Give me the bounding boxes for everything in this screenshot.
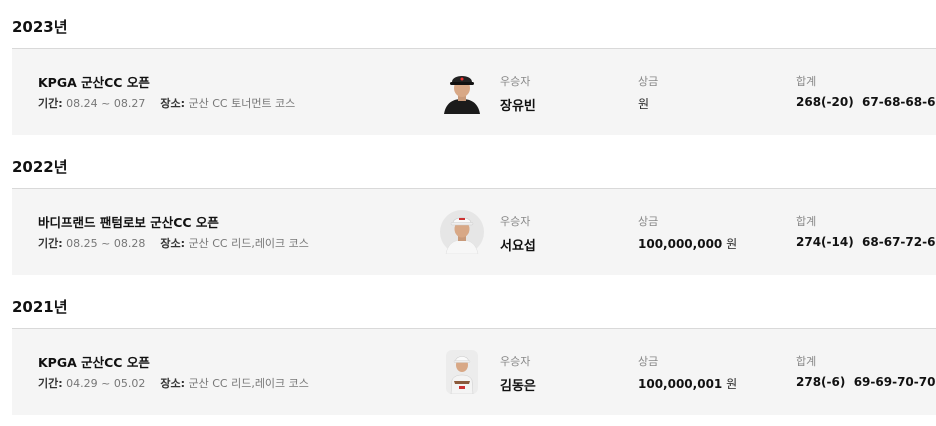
winner-avatar xyxy=(440,70,484,114)
prize-label: 상금 xyxy=(638,355,659,368)
winner-name[interactable]: 장유빈 xyxy=(500,95,536,114)
winner-avatar xyxy=(440,350,484,394)
tournament-meta: 기간: 08.24 ~ 08.27 장소: 군산 CC 토너먼트 코스 xyxy=(38,95,295,111)
tournament-card[interactable]: KPGA 군산CC 오픈 기간: 04.29 ~ 05.02 장소: 군산 CC… xyxy=(12,329,936,415)
venue-value: 군산 CC 리드,레이크 코스 xyxy=(188,237,309,250)
season-section-2023: 2023년 KPGA 군산CC 오픈 기간: 08.24 ~ 08.27 장소:… xyxy=(0,0,936,140)
winner-name[interactable]: 김동은 xyxy=(500,375,536,394)
prize-label: 상금 xyxy=(638,215,659,228)
prize-unit: 원 xyxy=(726,377,738,391)
prize-value: 100,000,001 원 xyxy=(638,375,737,392)
total-score: 278(-6) 69-69-70-70 xyxy=(796,375,936,389)
venue-value: 군산 CC 토너먼트 코스 xyxy=(188,97,296,110)
prize-unit: 원 xyxy=(726,237,738,251)
season-section-2022: 2022년 바디프랜드 팬텀로보 군산CC 오픈 기간: 08.25 ~ 08.… xyxy=(0,140,936,280)
venue-label: 장소: xyxy=(160,377,185,390)
tournament-meta: 기간: 08.25 ~ 08.28 장소: 군산 CC 리드,레이크 코스 xyxy=(38,235,309,251)
total-score: 268(-20) 67-68-68-65 xyxy=(796,95,936,109)
venue-label: 장소: xyxy=(160,237,185,250)
winner-label: 우승자 xyxy=(500,75,531,88)
total-label: 합계 xyxy=(796,215,817,228)
period-value: 08.25 ~ 08.28 xyxy=(66,237,146,250)
period-value: 04.29 ~ 05.02 xyxy=(66,377,146,390)
tournament-name[interactable]: KPGA 군산CC 오픈 xyxy=(38,352,150,371)
prize-unit: 원 xyxy=(638,97,650,111)
tournament-card[interactable]: 바디프랜드 팬텀로보 군산CC 오픈 기간: 08.25 ~ 08.28 장소:… xyxy=(12,189,936,275)
winner-label: 우승자 xyxy=(500,355,531,368)
venue-value: 군산 CC 리드,레이크 코스 xyxy=(188,377,309,390)
season-year-heading: 2023년 xyxy=(12,18,68,36)
period-value: 08.24 ~ 08.27 xyxy=(66,97,146,110)
prize-value: 100,000,000 원 xyxy=(638,235,737,252)
season-year-heading: 2022년 xyxy=(12,158,68,176)
season-year-heading: 2021년 xyxy=(12,298,68,316)
tournament-name[interactable]: 바디프랜드 팬텀로보 군산CC 오픈 xyxy=(38,212,219,231)
winner-name[interactable]: 서요섭 xyxy=(500,235,536,254)
tournament-name[interactable]: KPGA 군산CC 오픈 xyxy=(38,72,150,91)
prize-label: 상금 xyxy=(638,75,659,88)
season-section-2021: 2021년 KPGA 군산CC 오픈 기간: 04.29 ~ 05.02 장소:… xyxy=(0,280,936,420)
period-label: 기간: xyxy=(38,97,63,110)
winner-label: 우승자 xyxy=(500,215,531,228)
winner-avatar xyxy=(440,210,484,254)
period-label: 기간: xyxy=(38,377,63,390)
prize-amount: 100,000,000 xyxy=(638,237,723,251)
venue-label: 장소: xyxy=(160,97,185,110)
period-label: 기간: xyxy=(38,237,63,250)
prize-amount: 100,000,001 xyxy=(638,377,723,391)
prize-value: 원 xyxy=(638,95,649,112)
total-score: 274(-14) 68-67-72-67 xyxy=(796,235,936,249)
tournament-card[interactable]: KPGA 군산CC 오픈 기간: 08.24 ~ 08.27 장소: 군산 CC… xyxy=(12,49,936,135)
total-label: 합계 xyxy=(796,75,817,88)
total-label: 합계 xyxy=(796,355,817,368)
tournament-meta: 기간: 04.29 ~ 05.02 장소: 군산 CC 리드,레이크 코스 xyxy=(38,375,309,391)
